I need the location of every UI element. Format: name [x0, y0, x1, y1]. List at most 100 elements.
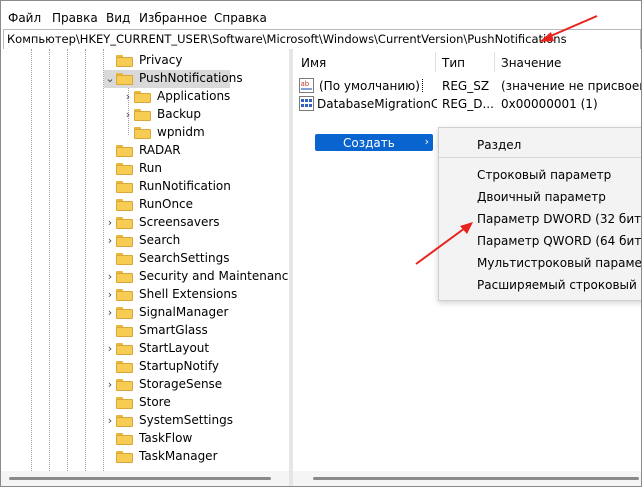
- menu-view[interactable]: Вид: [106, 11, 130, 25]
- tree-item-label: SearchSettings: [139, 251, 230, 265]
- tree-item[interactable]: RunNotification: [104, 178, 287, 196]
- tree-item-label: Security and Maintenanc: [139, 269, 289, 283]
- tree-item[interactable]: › Applications: [122, 88, 287, 106]
- folder-icon: [116, 145, 133, 157]
- tree-item[interactable]: SearchSettings: [104, 250, 287, 268]
- folder-icon: [116, 55, 133, 67]
- column-header-name[interactable]: Имя: [301, 56, 326, 70]
- tree-item-label: TaskManager: [139, 449, 218, 463]
- tree-guide-line: [31, 49, 32, 471]
- menu-item-expandable-string-value[interactable]: Расширяемый строковый пар: [477, 278, 641, 292]
- tree-guide-line: [85, 49, 86, 471]
- tree-item-label: TaskFlow: [139, 431, 193, 445]
- chevron-right-icon[interactable]: ›: [104, 216, 116, 230]
- tree-item[interactable]: › SignalManager: [104, 304, 287, 322]
- folder-icon: [116, 235, 133, 247]
- tree-item-label: Privacy: [139, 53, 183, 67]
- chevron-right-icon: [104, 198, 116, 212]
- tree-item-label: StartupNotify: [139, 359, 220, 373]
- folder-icon: [116, 73, 133, 85]
- menu-item-key[interactable]: Раздел: [477, 138, 521, 152]
- column-separator[interactable]: [435, 52, 436, 72]
- value-name: DatabaseMigrationC...: [317, 97, 437, 111]
- chevron-right-icon: [104, 360, 116, 374]
- tree-item-label: PushNotifications: [139, 71, 243, 85]
- tree-item[interactable]: Store: [104, 394, 287, 412]
- tree-horizontal-scrollbar[interactable]: [1, 471, 289, 486]
- folder-icon: [116, 397, 133, 409]
- folder-icon: [116, 433, 133, 445]
- column-header-type[interactable]: Тип: [442, 56, 465, 70]
- tree-guide-line: [49, 49, 50, 471]
- chevron-right-icon[interactable]: ›: [104, 306, 116, 320]
- menu-edit[interactable]: Правка: [52, 11, 98, 25]
- column-separator[interactable]: [494, 52, 495, 72]
- tree-item[interactable]: SmartGlass: [104, 322, 287, 340]
- chevron-right-icon[interactable]: ›: [104, 378, 116, 392]
- folder-icon: [116, 199, 133, 211]
- tree-item[interactable]: RADAR: [104, 142, 287, 160]
- tree-item-label: RunNotification: [139, 179, 231, 193]
- menu-favorites[interactable]: Избранное: [139, 11, 207, 25]
- folder-icon: [116, 217, 133, 229]
- new-menu-label: Создать: [343, 136, 395, 150]
- folder-icon: [134, 127, 151, 139]
- chevron-right-icon[interactable]: ›: [104, 234, 116, 248]
- chevron-right-icon[interactable]: ›: [104, 342, 116, 356]
- chevron-right-icon[interactable]: ›: [122, 108, 134, 122]
- scrollbar-thumb[interactable]: [313, 477, 639, 480]
- tree-item[interactable]: RunOnce: [104, 196, 287, 214]
- chevron-right-icon[interactable]: ›: [104, 288, 116, 302]
- tree-item[interactable]: wpnidm: [122, 124, 287, 142]
- folder-icon: [134, 91, 151, 103]
- tree-item[interactable]: › Search: [104, 232, 287, 250]
- address-path[interactable]: Компьютер\HKEY_CURRENT_USER\Software\Mic…: [7, 32, 567, 46]
- key-tree[interactable]: Privacy ⌄ PushNotifications › Applications › B…: [1, 49, 289, 471]
- tree-item[interactable]: StartupNotify: [104, 358, 287, 376]
- tree-item-label: wpnidm: [157, 125, 205, 139]
- tree-item[interactable]: Privacy: [104, 52, 287, 70]
- menu-help[interactable]: Справка: [214, 11, 267, 25]
- chevron-right-icon: [104, 432, 116, 446]
- tree-item[interactable]: › StorageSense: [104, 376, 287, 394]
- tree-item[interactable]: Run: [104, 160, 287, 178]
- menu-item-multistring-value[interactable]: Мультистроковый параметр: [477, 256, 641, 270]
- tree-item[interactable]: › StartLayout: [104, 340, 287, 358]
- value-row[interactable]: DatabaseMigrationC... REG_D... 0x0000000…: [293, 95, 641, 113]
- tree-item[interactable]: › Security and Maintenanc: [104, 268, 289, 286]
- tree-item-label: SystemSettings: [139, 413, 233, 427]
- folder-icon: [116, 451, 133, 463]
- chevron-right-icon: [104, 396, 116, 410]
- chevron-right-icon[interactable]: ›: [104, 270, 116, 284]
- menu-item-string-value[interactable]: Строковый параметр: [477, 168, 611, 182]
- tree-item[interactable]: › Backup: [122, 106, 287, 124]
- chevron-right-icon[interactable]: ›: [122, 90, 134, 104]
- menu-item-dword-value[interactable]: Параметр DWORD (32 бита): [477, 212, 641, 226]
- tree-item[interactable]: › Screensavers: [104, 214, 287, 232]
- chevron-down-icon[interactable]: ⌄: [104, 72, 116, 86]
- tree-item[interactable]: › Shell Extensions: [104, 286, 287, 304]
- tree-item-label: SignalManager: [139, 305, 229, 319]
- tree-item-label: Search: [139, 233, 181, 247]
- menu-item-qword-value[interactable]: Параметр QWORD (64 бита): [477, 234, 641, 248]
- value-data: (значение не присвоено): [501, 79, 641, 93]
- annotation-arrow-icon: [539, 15, 598, 42]
- tree-item-label: Screensavers: [139, 215, 220, 229]
- chevron-right-icon[interactable]: ›: [104, 414, 116, 428]
- scrollbar-thumb[interactable]: [9, 477, 271, 480]
- tree-item[interactable]: TaskFlow: [104, 430, 287, 448]
- list-horizontal-scrollbar[interactable]: [293, 471, 641, 486]
- tree-item[interactable]: › SystemSettings: [104, 412, 287, 430]
- value-name: (По умолчанию): [317, 79, 423, 93]
- chevron-right-icon: ›: [424, 135, 429, 148]
- tree-item[interactable]: TaskManager: [104, 448, 287, 466]
- chevron-right-icon: [104, 324, 116, 338]
- tree-item-label: RunOnce: [139, 197, 194, 211]
- tree-item[interactable]: ⌄ PushNotifications: [104, 70, 243, 88]
- new-menu-item[interactable]: Создать ›: [315, 134, 433, 151]
- value-row[interactable]: ab (По умолчанию) REG_SZ (значение не пр…: [293, 77, 641, 95]
- menu-item-binary-value[interactable]: Двоичный параметр: [477, 190, 606, 204]
- column-header-value[interactable]: Значение: [501, 56, 561, 70]
- folder-icon: [116, 415, 133, 427]
- menu-file[interactable]: Файл: [8, 11, 41, 25]
